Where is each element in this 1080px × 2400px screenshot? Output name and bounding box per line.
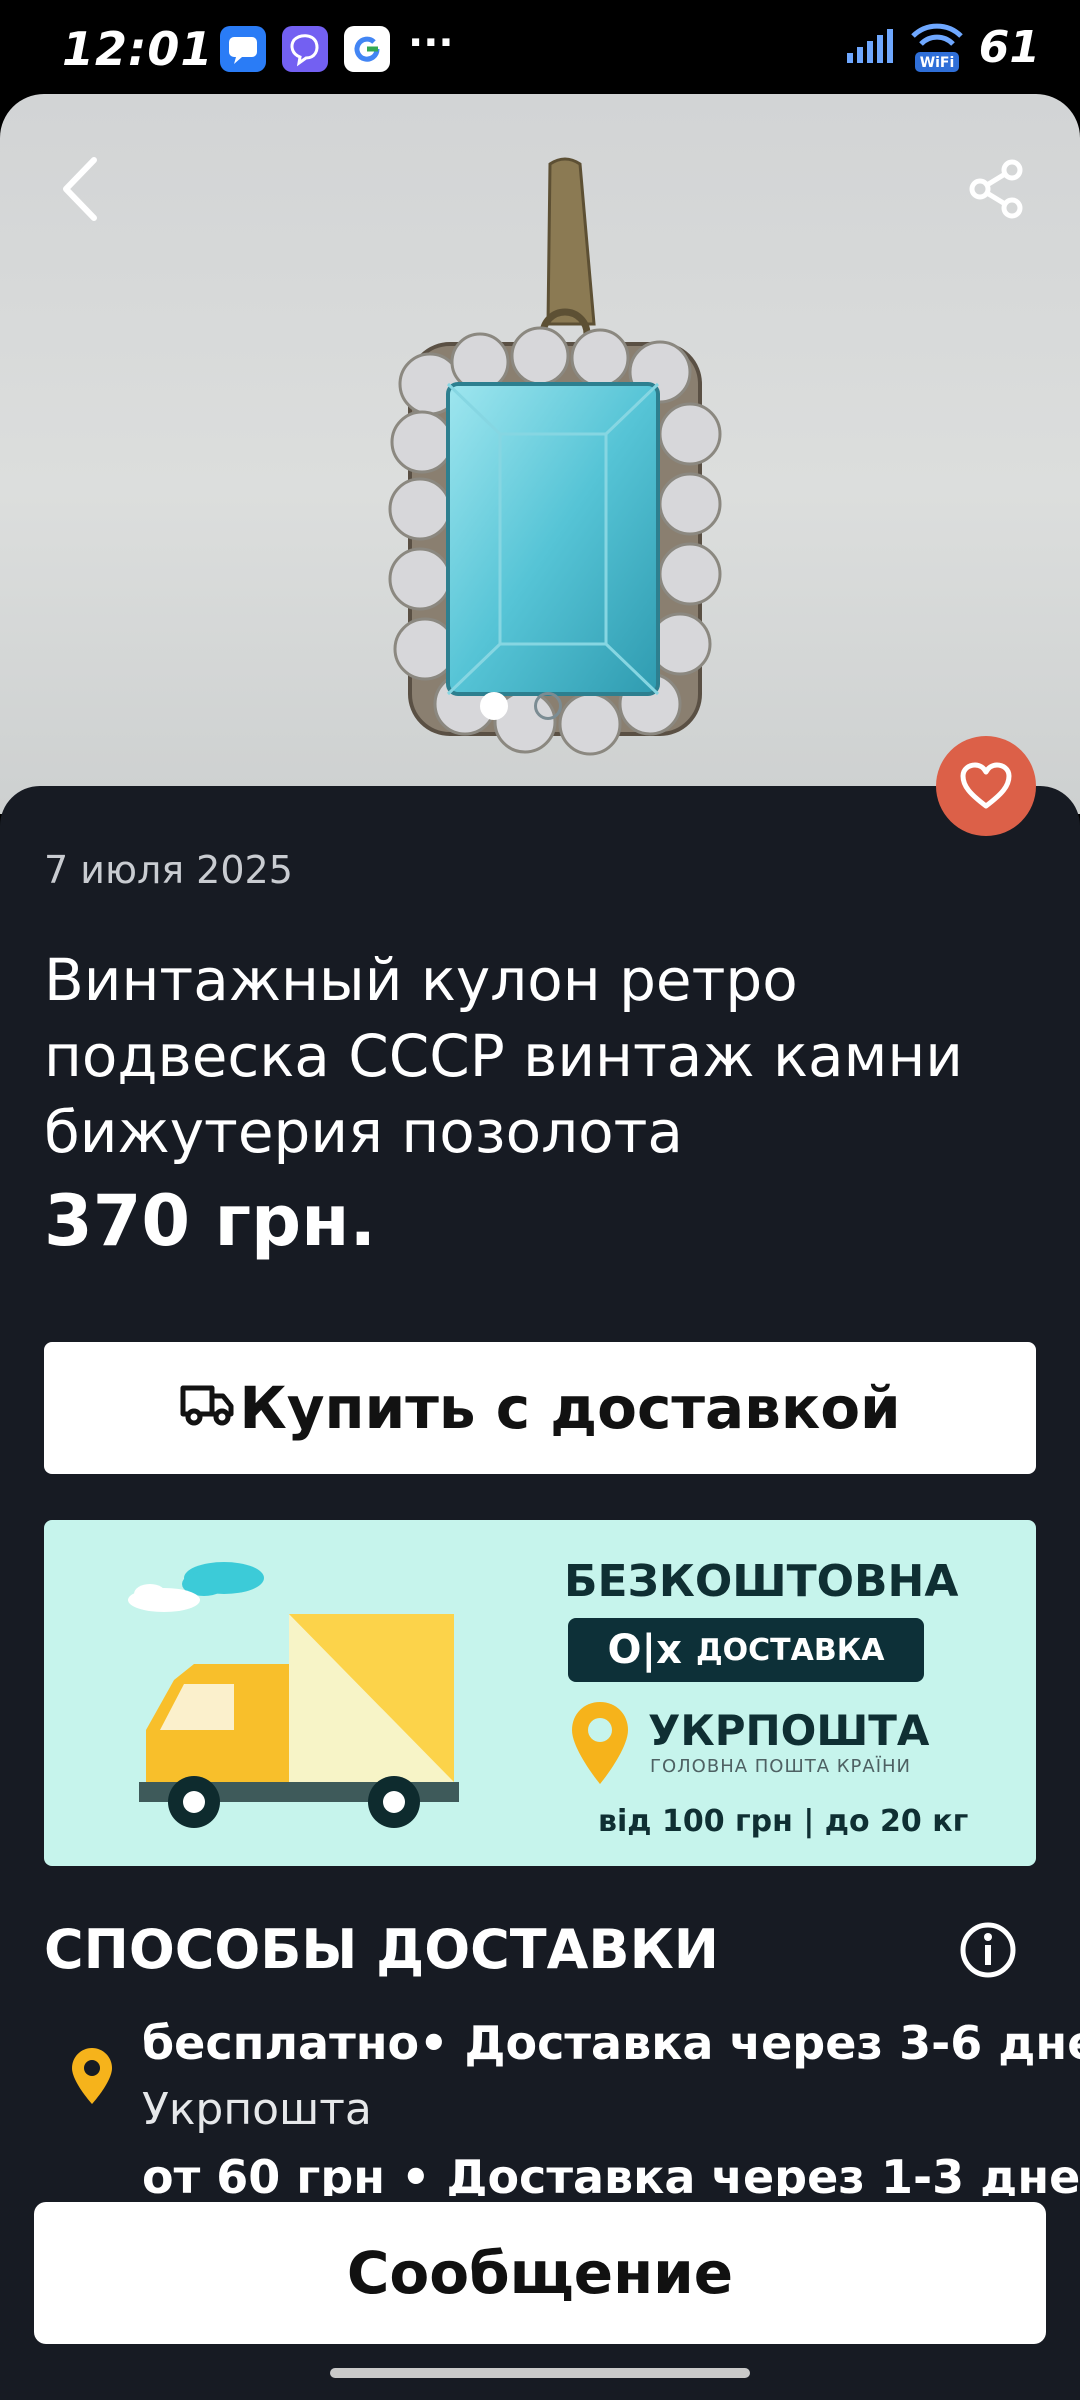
carousel-indicator xyxy=(480,692,562,720)
share-button[interactable] xyxy=(952,144,1042,234)
product-photo-carousel[interactable] xyxy=(0,94,1080,814)
olx-delivery-label: ДОСТАВКА xyxy=(695,1632,885,1668)
olx-delivery-badge: O|x ДОСТАВКА xyxy=(568,1618,924,1682)
google-app-icon xyxy=(344,26,390,72)
listing-title: Винтажный кулон ретро подвеска СССР винт… xyxy=(44,946,963,1166)
location-pin-icon xyxy=(72,2048,112,2104)
heart-icon xyxy=(960,762,1012,809)
message-button[interactable]: Сообщение xyxy=(34,2202,1046,2344)
battery-level: 61 xyxy=(978,21,1040,73)
olx-logo: O|x xyxy=(607,1627,682,1673)
viber-app-icon xyxy=(282,26,328,72)
back-button[interactable] xyxy=(36,144,126,234)
banner-conditions: від 100 грн | до 20 кг xyxy=(598,1804,969,1839)
free-delivery-banner[interactable]: БЕЗКОШТОВНА O|x ДОСТАВКА УКРПОШТА ГОЛОВН… xyxy=(44,1520,1036,1866)
status-time: 12:01 xyxy=(62,22,214,76)
delivery-option-free: бесплатно• Доставка через 3-6 дней xyxy=(142,2016,1080,2070)
messages-app-icon xyxy=(220,26,266,72)
ukrposhta-pin-icon xyxy=(572,1702,628,1784)
ukrposhta-label: УКРПОШТА xyxy=(648,1706,930,1755)
svg-text:WiFi: WiFi xyxy=(919,55,954,71)
home-indicator[interactable] xyxy=(330,2368,750,2378)
listing-date: 7 июля 2025 xyxy=(44,848,293,892)
status-bar: 12:01 ··· WiFi 61 xyxy=(0,0,1080,96)
buy-with-delivery-button[interactable]: Купить с доставкой xyxy=(44,1342,1036,1474)
delivery-truck-illustration xyxy=(128,1562,459,1828)
info-icon[interactable] xyxy=(958,1920,1018,1980)
ukrposhta-subtitle: ГОЛОВНА ПОШТА КРАЇНИ xyxy=(650,1756,912,1777)
carousel-dot[interactable] xyxy=(534,692,562,720)
wifi-icon: WiFi xyxy=(911,23,963,72)
delivery-truck-icon xyxy=(180,1385,234,1426)
status-more: ··· xyxy=(408,20,454,66)
buy-button-label: Купить с доставкой xyxy=(239,1374,901,1442)
delivery-carrier: Укрпошта xyxy=(142,2084,372,2135)
share-icon xyxy=(969,159,1023,219)
listing-price: 370 грн. xyxy=(44,1180,377,1262)
favorite-button[interactable] xyxy=(936,736,1036,836)
signal-icon xyxy=(846,29,893,63)
delivery-methods-heading: СПОСОБЫ ДОСТАВКИ xyxy=(44,1918,719,1981)
back-arrow-icon xyxy=(63,157,97,221)
message-button-label: Сообщение xyxy=(346,2239,734,2307)
carousel-dot-active[interactable] xyxy=(480,692,508,720)
banner-free-text: БЕЗКОШТОВНА xyxy=(564,1556,959,1607)
